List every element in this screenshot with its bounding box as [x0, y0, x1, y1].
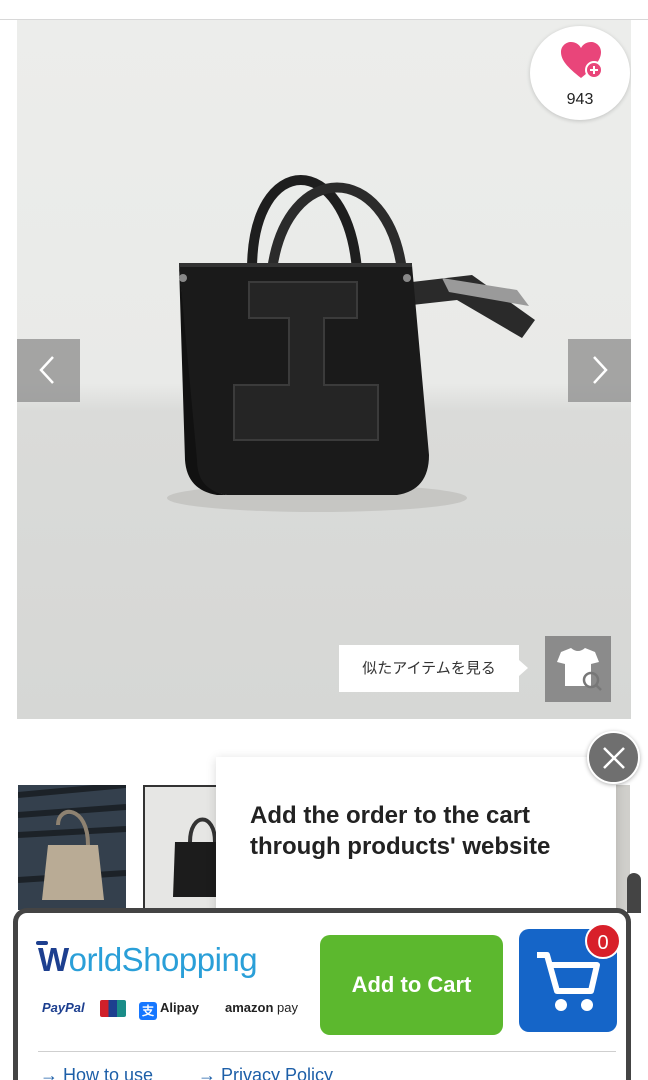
arrow-right-icon: → [40, 1065, 64, 1080]
similar-items-label[interactable]: 似たアイテムを見る [339, 645, 528, 692]
prev-image-button[interactable] [17, 339, 80, 402]
amazon-pay-label: amazon pay [225, 997, 298, 1019]
amazon-text: amazon [225, 1000, 274, 1015]
heart-plus-icon [561, 42, 603, 79]
product-image[interactable]: 943 似たアイテムを見る [17, 20, 631, 719]
worldshopping-logo: WorldShopping [38, 941, 258, 979]
alipay-icon: 支 [139, 1002, 157, 1020]
cart-icon [537, 952, 600, 1011]
payment-methods: PayPal 支 Alipay amazon pay [42, 997, 312, 1020]
logo-w: W [38, 941, 69, 978]
chevron-right-icon [593, 356, 608, 384]
product-page: 943 似たアイテムを見る Add the order to the cart … [0, 0, 648, 1080]
privacy-policy-text: Privacy Policy [221, 1065, 334, 1080]
cart-count-badge: 0 [585, 923, 621, 959]
unionpay-icon [100, 1000, 126, 1017]
thumbnail-1-image [18, 785, 126, 910]
alipay-label: 支 Alipay [139, 997, 199, 1020]
close-icon [603, 747, 625, 769]
next-image-button[interactable] [568, 339, 631, 402]
bag-photo [167, 175, 535, 512]
paypal-label: PayPal [42, 1000, 85, 1015]
close-popup-button[interactable] [587, 731, 640, 784]
shirt-search-icon [557, 648, 602, 691]
logo-rest: orldShopping [68, 941, 258, 978]
panel-divider [38, 1051, 616, 1052]
favorite-count: 943 [566, 91, 594, 108]
top-bar [0, 0, 648, 20]
popup-message: Add the order to the cart through produc… [250, 802, 551, 860]
how-to-use-text: How to use [63, 1065, 154, 1080]
alipay-text: Alipay [160, 1000, 200, 1015]
amazon-pay-text: pay [277, 1000, 298, 1015]
worldshopping-panel: WorldShopping PayPal 支 Alipay amazon pay … [13, 873, 641, 1080]
arrow-right-icon: → [198, 1065, 222, 1080]
thumbnail-1[interactable] [18, 785, 126, 910]
chevron-left-icon [39, 356, 54, 384]
how-to-use-link[interactable]: → How to use [40, 1065, 153, 1080]
add-to-cart-button[interactable]: Add to Cart [320, 935, 503, 1035]
favorite-button[interactable]: 943 [530, 26, 630, 120]
privacy-policy-link[interactable]: → Privacy Policy [198, 1065, 333, 1080]
similar-items-button[interactable] [545, 636, 611, 702]
